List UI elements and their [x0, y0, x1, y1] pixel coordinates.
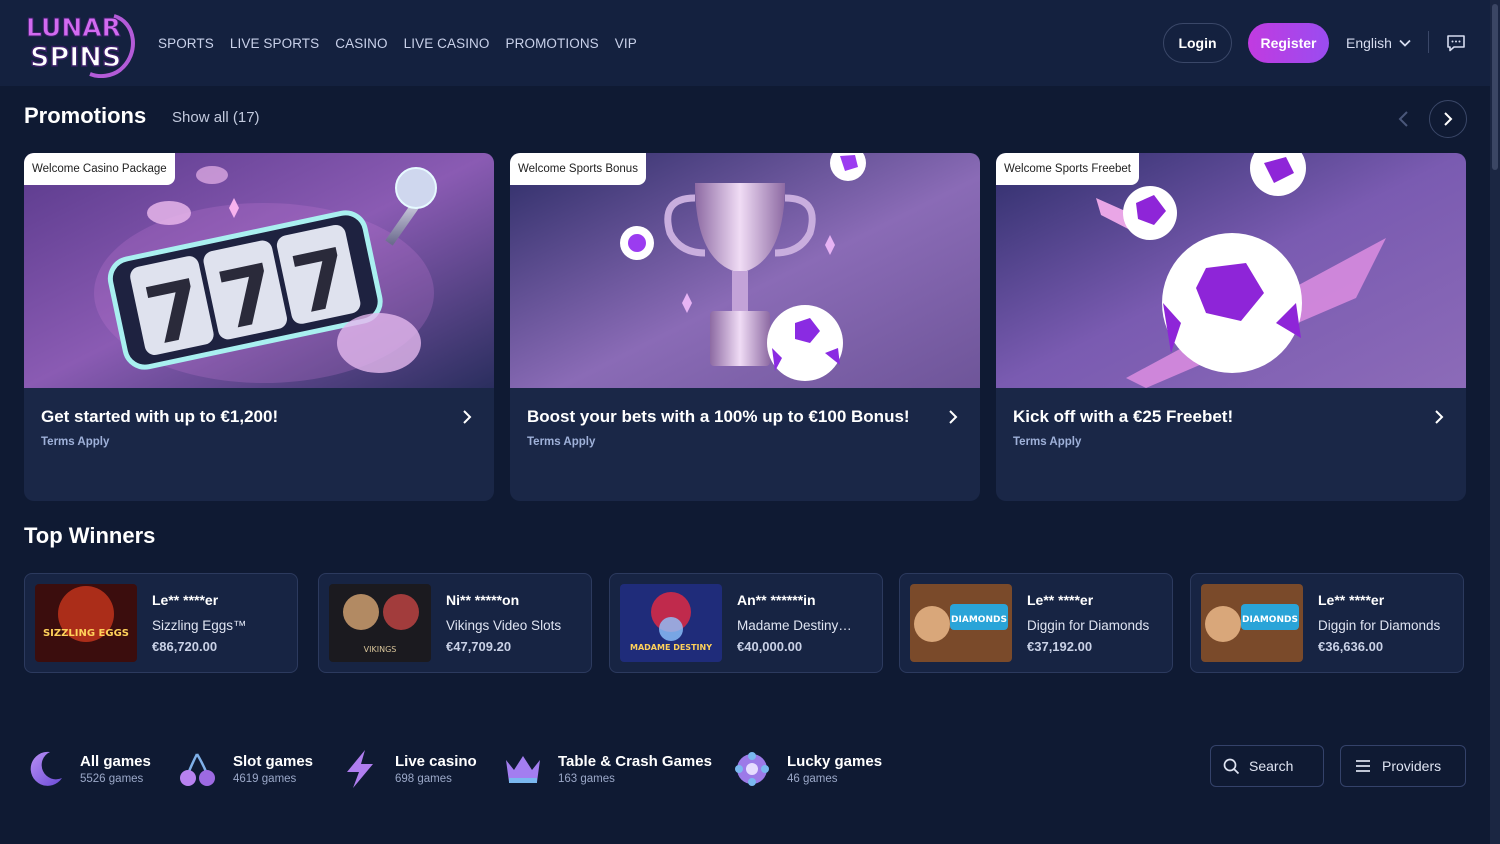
login-button[interactable]: Login [1163, 23, 1232, 63]
promo-title: Get started with up to €1,200! [41, 407, 279, 426]
winner-amount: €37,192.00 [1027, 639, 1093, 654]
top-winners-title: Top Winners [24, 523, 156, 548]
category-slot-games[interactable]: Slot games 4619 games [177, 746, 313, 792]
scrollbar-thumb[interactable] [1492, 4, 1498, 170]
winner-amount: €36,636.00 [1318, 639, 1384, 654]
chevron-left-icon[interactable] [1393, 108, 1415, 130]
winner-amount: €86,720.00 [152, 639, 218, 654]
trophy-image [510, 153, 980, 388]
category-name: Table & Crash Games [558, 753, 712, 770]
nav-live-casino[interactable]: LIVE CASINO [404, 36, 490, 51]
winner-game: Vikings Video Slots [446, 618, 562, 633]
category-name: All games [80, 753, 151, 770]
category-all-games[interactable]: All games 5526 games [24, 746, 151, 792]
providers-button[interactable]: Providers [1340, 745, 1466, 787]
winner-game: Diggin for Diamonds [1027, 618, 1150, 633]
category-lucky-games[interactable]: Lucky games 46 games [731, 746, 882, 792]
winner-game: Diggin for Diamonds [1318, 618, 1441, 633]
chevron-right-icon [1444, 112, 1453, 126]
nav-casino[interactable]: CASINO [335, 36, 387, 51]
svg-text:VIKINGS: VIKINGS [364, 645, 397, 654]
game-thumbnail: DIAMONDS [1201, 584, 1303, 662]
search-button[interactable]: Search [1210, 745, 1324, 787]
svg-text:DIAMONDS: DIAMONDS [1242, 615, 1298, 625]
svg-text:SIZZLING EGGS: SIZZLING EGGS [43, 628, 129, 639]
chevron-right-icon[interactable] [458, 408, 476, 426]
lightning-icon [347, 750, 373, 788]
lunar-spins-logo[interactable]: LUNAR SPINS [24, 8, 136, 78]
lucky-wheel-icon [735, 752, 769, 786]
winner-amount: €40,000.00 [737, 639, 803, 654]
winner-amount: €47,709.20 [446, 639, 512, 654]
top-header: LUNAR SPINS SPORTS LIVE SPORTS CASINO LI… [0, 0, 1490, 86]
show-all-link[interactable]: Show all (17) [172, 109, 260, 126]
promo-title: Boost your bets with a 100% up to €100 B… [527, 407, 910, 426]
nav-vip[interactable]: VIP [615, 36, 637, 51]
promo-card-sports-bonus[interactable]: Welcome Sports Bonus Boost your bets wit… [510, 153, 980, 501]
search-icon [1223, 758, 1240, 774]
language-selector[interactable]: English [1346, 32, 1412, 54]
nav-promotions[interactable]: PROMOTIONS [506, 36, 599, 51]
main-nav: SPORTS LIVE SPORTS CASINO LIVE CASINO PR… [158, 0, 637, 86]
category-table-crash[interactable]: Table & Crash Games 163 games [502, 746, 712, 792]
category-count: 46 games [787, 773, 838, 785]
terms-link[interactable]: Terms Apply [1013, 436, 1081, 448]
logo-line-1: LUNAR [26, 13, 121, 42]
promo-title: Kick off with a €25 Freebet! [1013, 407, 1234, 426]
header-divider [1428, 31, 1429, 53]
winner-card[interactable]: DIAMONDS Le** ****er Diggin for Diamonds… [899, 573, 1173, 673]
category-name: Live casino [395, 753, 477, 770]
winner-game: Sizzling Eggs™ [152, 618, 247, 633]
game-thumbnail: DIAMONDS [910, 584, 1012, 662]
promotions-title: Promotions [24, 103, 147, 128]
promo-tag: Welcome Sports Bonus [510, 153, 646, 185]
winner-game: Madame Destiny… [737, 618, 852, 633]
carousel-next-button[interactable] [1429, 100, 1467, 138]
category-name: Slot games [233, 753, 314, 770]
nav-live-sports[interactable]: LIVE SPORTS [230, 36, 319, 51]
winner-name: Le** ****er [1027, 592, 1094, 608]
game-thumbnail: SIZZLING EGGS [35, 584, 137, 662]
category-count: 4619 games [233, 773, 297, 785]
winner-name: Le** ****er [1318, 592, 1385, 608]
terms-link[interactable]: Terms Apply [41, 436, 109, 448]
cherries-icon [180, 753, 215, 786]
terms-link[interactable]: Terms Apply [527, 436, 595, 448]
category-count: 698 games [395, 773, 452, 785]
search-label: Search [1249, 758, 1294, 774]
chevron-down-icon [1399, 39, 1411, 47]
category-live-casino[interactable]: Live casino 698 games [339, 746, 477, 792]
promo-tag: Welcome Sports Freebet [996, 153, 1139, 185]
nav-sports[interactable]: SPORTS [158, 36, 214, 51]
game-thumbnail: MADAME DESTINY [620, 584, 722, 662]
moon-icon [30, 751, 62, 786]
football-ticket-image [996, 153, 1466, 388]
crown-icon [506, 756, 540, 783]
menu-icon [1356, 760, 1370, 772]
chat-icon[interactable] [1446, 33, 1466, 53]
language-label: English [1346, 35, 1392, 51]
promo-card-casino[interactable]: 7 7 7 Welcome Casino Package Get started… [24, 153, 494, 501]
svg-text:DIAMONDS: DIAMONDS [951, 615, 1007, 625]
logo-line-2: SPINS [30, 42, 121, 73]
category-count: 163 games [558, 773, 615, 785]
promo-tag: Welcome Casino Package [24, 153, 175, 185]
winner-name: Le** ****er [152, 592, 219, 608]
providers-label: Providers [1382, 758, 1442, 774]
winner-name: An** ******in [737, 592, 816, 608]
winner-card[interactable]: SIZZLING EGGS Le** ****er Sizzling Eggs™… [24, 573, 298, 673]
winner-card[interactable]: DIAMONDS Le** ****er Diggin for Diamonds… [1190, 573, 1464, 673]
game-thumbnail: VIKINGS [329, 584, 431, 662]
winner-name: Ni** *****on [446, 592, 520, 608]
winner-card[interactable]: VIKINGS Ni** *****on Vikings Video Slots… [318, 573, 592, 673]
chevron-right-icon[interactable] [1430, 408, 1448, 426]
slot-machine-image: 7 7 7 [24, 153, 494, 388]
svg-text:MADAME DESTINY: MADAME DESTINY [630, 643, 712, 652]
winner-card[interactable]: MADAME DESTINY An** ******in Madame Dest… [609, 573, 883, 673]
promo-card-freebet[interactable]: Welcome Sports Freebet Kick off with a €… [996, 153, 1466, 501]
chevron-right-icon[interactable] [944, 408, 962, 426]
category-count: 5526 games [80, 773, 144, 785]
register-button[interactable]: Register [1248, 23, 1329, 63]
category-name: Lucky games [787, 753, 883, 770]
